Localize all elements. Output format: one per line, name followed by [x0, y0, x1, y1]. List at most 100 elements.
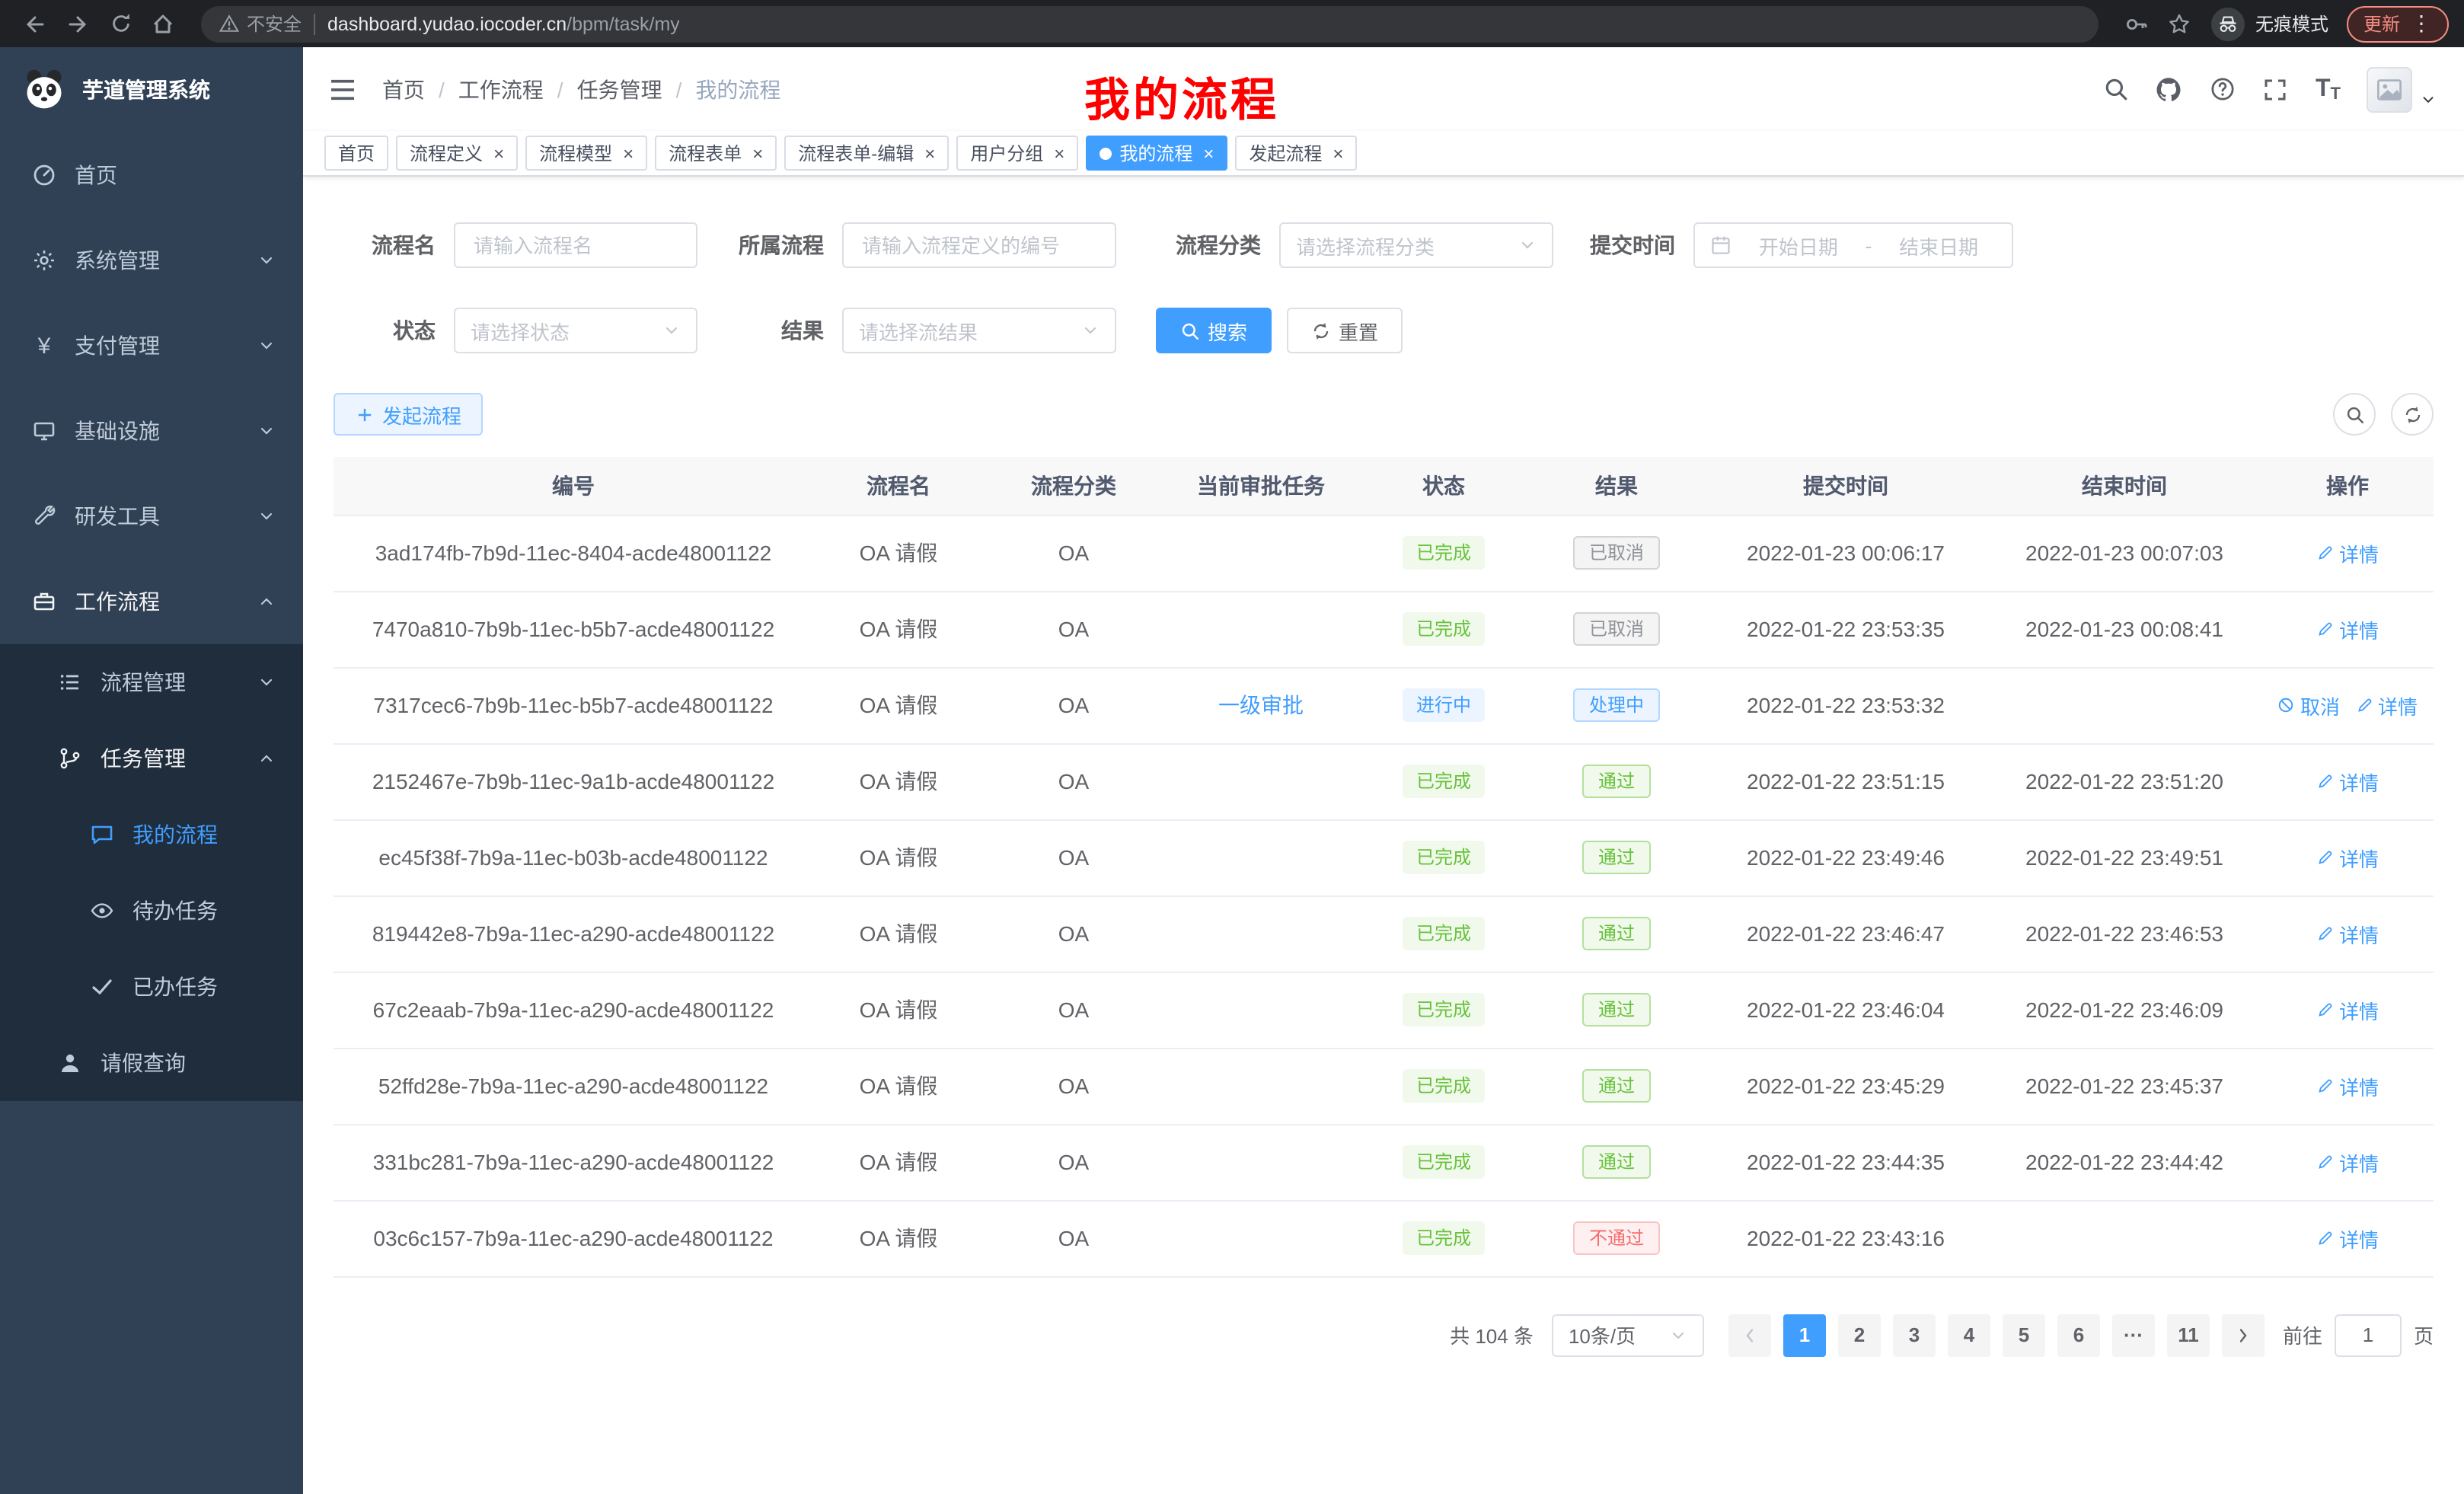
sidebar-item-devtools[interactable]: 研发工具: [0, 474, 303, 559]
sidebar-item-workflow[interactable]: 工作流程: [0, 559, 303, 644]
current-task-link[interactable]: 一级审批: [1218, 693, 1304, 717]
page-size-select[interactable]: 10条/页: [1552, 1314, 1704, 1356]
sidebar-item-leave-query[interactable]: 请假查询: [0, 1025, 303, 1101]
search-button[interactable]: 搜索: [1156, 308, 1272, 353]
next-page-button[interactable]: [2222, 1314, 2265, 1356]
browser-update-button[interactable]: 更新 ⋮: [2347, 5, 2449, 42]
search-icon[interactable]: [2102, 75, 2130, 103]
status-select[interactable]: 请选择状态: [454, 308, 697, 353]
detail-link[interactable]: 详情: [2355, 691, 2418, 720]
app-logo-row[interactable]: 芋道管理系统: [0, 47, 303, 132]
tab-active[interactable]: 我的流程×: [1086, 136, 1227, 171]
page-button[interactable]: 4: [1948, 1314, 1990, 1356]
result-select[interactable]: 请选择流结果: [842, 308, 1116, 353]
column-header: 提交时间: [1704, 457, 1987, 515]
detail-link[interactable]: 详情: [2316, 1224, 2379, 1253]
pagination-more-button[interactable]: ···: [2112, 1314, 2155, 1356]
status-badge: 已完成: [1403, 1221, 1485, 1255]
tab-item[interactable]: 流程模型×: [525, 136, 647, 171]
security-chip[interactable]: 不安全: [219, 11, 302, 37]
browser-toolbar: 不安全 dashboard.yudao.iocoder.cn/bpm/task/…: [0, 0, 2464, 47]
breadcrumb-item[interactable]: 任务管理: [577, 74, 662, 104]
page-button[interactable]: 6: [2057, 1314, 2100, 1356]
tab-item[interactable]: 流程表单×: [655, 136, 777, 171]
sidebar-item-infrastructure[interactable]: 基础设施: [0, 388, 303, 474]
process-name-input[interactable]: [454, 222, 697, 268]
tab-item[interactable]: 发起流程×: [1235, 136, 1357, 171]
process-category-select[interactable]: 请选择流程分类: [1279, 222, 1553, 268]
reload-icon[interactable]: [101, 4, 140, 43]
tab-item[interactable]: 用户分组×: [956, 136, 1078, 171]
password-key-icon[interactable]: [2117, 4, 2156, 43]
address-bar[interactable]: 不安全 dashboard.yudao.iocoder.cn/bpm/task/…: [201, 5, 2099, 42]
sidebar-item-home[interactable]: 首页: [0, 132, 303, 218]
detail-link[interactable]: 详情: [2316, 767, 2379, 796]
user-menu[interactable]: [2367, 66, 2437, 112]
submit-time-range-picker[interactable]: 开始日期 - 结束日期: [1693, 222, 2013, 268]
detail-link[interactable]: 详情: [2316, 1071, 2379, 1100]
sidebar-item-payment[interactable]: ¥ 支付管理: [0, 303, 303, 388]
github-icon[interactable]: [2156, 75, 2183, 103]
help-icon[interactable]: [2209, 75, 2236, 103]
breadcrumb-item[interactable]: 首页: [382, 74, 425, 104]
cell-process-name: OA 请假: [813, 743, 984, 819]
table-row: 7317cec6-7b9b-11ec-b5b7-acde48001122OA 请…: [334, 667, 2434, 743]
cell-actions: 取消详情: [2261, 667, 2434, 743]
detail-link[interactable]: 详情: [2316, 995, 2379, 1024]
prev-page-button[interactable]: [1728, 1314, 1771, 1356]
cancel-link[interactable]: 取消: [2277, 691, 2340, 720]
page-button[interactable]: 2: [1838, 1314, 1881, 1356]
sidebar-item-process-management[interactable]: 流程管理: [0, 644, 303, 720]
sidebar-item-system[interactable]: 系统管理: [0, 218, 303, 303]
tab-close-icon[interactable]: ×: [623, 142, 634, 164]
cell-result: 已取消: [1529, 591, 1704, 667]
tab-close-icon[interactable]: ×: [1054, 142, 1064, 164]
jump-page-input[interactable]: [2335, 1314, 2402, 1356]
page-button[interactable]: 11: [2167, 1314, 2210, 1356]
page-button-active[interactable]: 1: [1783, 1314, 1826, 1356]
tab-close-icon[interactable]: ×: [924, 142, 935, 164]
table-row: 819442e8-7b9a-11ec-a290-acde48001122OA 请…: [334, 895, 2434, 972]
page-button[interactable]: 5: [2003, 1314, 2045, 1356]
result-badge: 通过: [1583, 841, 1650, 874]
sidebar-item-my-process[interactable]: 我的流程: [0, 796, 303, 873]
show-search-toggle-button[interactable]: [2333, 393, 2376, 436]
detail-link[interactable]: 详情: [2316, 1148, 2379, 1176]
tab-close-icon[interactable]: ×: [752, 142, 763, 164]
sidebar-item-task-management[interactable]: 任务管理: [0, 720, 303, 796]
tab-close-icon[interactable]: ×: [1203, 142, 1214, 164]
detail-link[interactable]: 详情: [2316, 919, 2379, 948]
detail-link[interactable]: 详情: [2316, 843, 2379, 872]
cell-process-name: OA 请假: [813, 1048, 984, 1124]
avatar[interactable]: [2367, 66, 2412, 112]
sidebar-item-done-tasks[interactable]: 已办任务: [0, 949, 303, 1025]
cell-result: 已取消: [1529, 515, 1704, 591]
cell-submit-time: 2022-01-22 23:51:15: [1704, 743, 1987, 819]
tab-close-icon[interactable]: ×: [1333, 142, 1343, 164]
bookmark-star-icon[interactable]: [2159, 4, 2199, 43]
top-navbar: 首页 / 工作流程 / 任务管理 / 我的流程 TT: [303, 47, 2464, 131]
hamburger-icon[interactable]: [327, 74, 358, 104]
sidebar-item-label: 待办任务: [132, 895, 218, 926]
reset-button[interactable]: 重置: [1287, 308, 1403, 353]
tab-item[interactable]: 流程定义×: [396, 136, 518, 171]
page-button[interactable]: 3: [1893, 1314, 1936, 1356]
chevron-down-icon: [257, 507, 276, 525]
breadcrumb-item[interactable]: 工作流程: [458, 74, 544, 104]
tab-item[interactable]: 首页: [324, 136, 388, 171]
detail-link[interactable]: 详情: [2316, 615, 2379, 643]
sidebar-item-todo-tasks[interactable]: 待办任务: [0, 873, 303, 949]
back-icon[interactable]: [15, 4, 55, 43]
home-icon[interactable]: [143, 4, 183, 43]
tab-item[interactable]: 流程表单-编辑×: [784, 136, 949, 171]
font-size-icon[interactable]: TT: [2316, 75, 2341, 103]
tab-close-icon[interactable]: ×: [493, 142, 504, 164]
start-process-button[interactable]: 发起流程: [334, 393, 483, 436]
cell-process-name: OA 请假: [813, 515, 984, 591]
detail-link[interactable]: 详情: [2316, 538, 2379, 567]
forward-icon[interactable]: [58, 4, 97, 43]
fullscreen-icon[interactable]: [2262, 75, 2290, 103]
process-definition-input[interactable]: [842, 222, 1116, 268]
browser-menu-icon[interactable]: ⋮: [2411, 11, 2432, 37]
refresh-table-button[interactable]: [2391, 393, 2434, 436]
